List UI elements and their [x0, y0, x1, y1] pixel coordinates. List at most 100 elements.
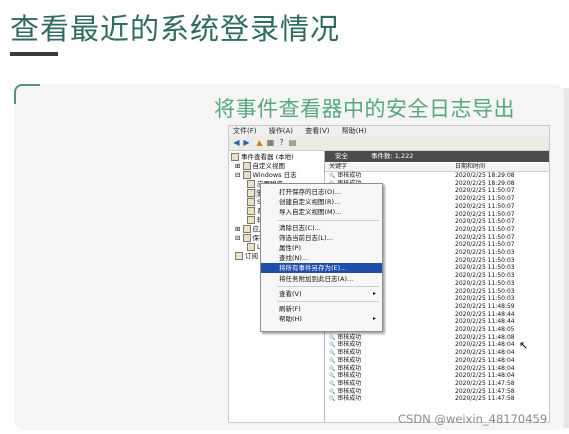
context-menu-item[interactable]: 导入自定义视图(M)... [261, 207, 382, 217]
forward-arrow-icon[interactable]: ▶ [242, 138, 251, 147]
tree-item-saved-log[interactable]: L [247, 243, 261, 252]
subscription-icon [235, 252, 243, 260]
event-count: 事件数: 1,222 [371, 152, 414, 160]
event-viewer-icon [231, 153, 239, 161]
row-datetime: 2020/2/25 11:50:03 [455, 249, 515, 256]
context-menu-item[interactable]: 属性(P) [261, 243, 382, 253]
submenu-arrow-icon: ▸ [372, 289, 376, 297]
table-row[interactable]: 审核成功2020/2/25 11:47:58 [325, 380, 549, 388]
row-datetime: 2020/2/25 11:48:44 [455, 310, 515, 318]
row-datetime: 2020/2/25 11:48:44 [455, 318, 515, 326]
log-icon [247, 207, 255, 215]
row-datetime: 2020/2/25 11:50:07 [455, 195, 515, 203]
submenu-arrow-icon: ▸ [372, 315, 376, 323]
mouse-cursor-icon: ↖ [519, 339, 529, 352]
back-arrow-icon[interactable]: ◀ [232, 138, 241, 147]
row-datetime: 2020/2/25 11:48:04 [455, 364, 515, 372]
watermark: CSDN @weixin_48170459 [398, 412, 548, 426]
folder-up-icon[interactable]: ▲ [255, 138, 264, 147]
menu-view[interactable]: 查看(V) [305, 127, 329, 135]
row-datetime: 2020/2/25 11:48:04 [455, 349, 515, 357]
context-menu-item-label: 查找(N)... [279, 254, 309, 263]
context-menu-item-label: 将所有事件另存为(E)... [279, 264, 347, 273]
column-headers: 关键字 日期和时间 [325, 163, 549, 172]
context-menu-item[interactable]: 创建自定义视图(R)... [261, 197, 382, 207]
folder-icon [242, 225, 251, 233]
row-datetime: 2020/2/25 18:29:08 [455, 172, 515, 179]
context-menu-item[interactable]: 帮助(H) ▸ [261, 314, 382, 324]
table-row[interactable]: 审核成功2020/2/25 11:48:04 [325, 349, 549, 357]
log-name: 安全 [335, 152, 348, 160]
context-menu-item-label: 导入自定义视图(M)... [279, 208, 342, 217]
log-icon [247, 198, 255, 206]
row-datetime: 2020/2/25 11:50:07 [455, 210, 515, 218]
log-icon [247, 189, 255, 197]
context-menu-item-label: 清除日志(C)... [279, 223, 321, 232]
row-datetime: 2020/2/25 11:48:04 [455, 372, 515, 380]
folder-icon [242, 171, 251, 179]
table-row[interactable]: 审核成功2020/2/25 11:48:04 [325, 372, 549, 380]
menu-action[interactable]: 操作(A) [269, 127, 293, 135]
row-datetime: 2020/2/25 11:50:07 [455, 241, 515, 249]
card-corner-accent [14, 84, 40, 104]
row-datetime: 2020/2/25 11:50:03 [455, 295, 515, 303]
row-datetime: 2020/2/25 11:47:58 [455, 395, 515, 403]
row-datetime: 2020/2/25 11:50:03 [455, 287, 515, 295]
log-icon [247, 180, 255, 188]
context-menu-item-label: 筛选当前日志(L)... [279, 233, 333, 242]
row-datetime: 2020/2/25 11:50:07 [455, 187, 515, 195]
row-datetime: 2020/2/25 11:50:07 [455, 218, 515, 226]
menu-file[interactable]: 文件(F) [233, 127, 257, 135]
row-datetime: 2020/2/25 11:48:04 [455, 356, 515, 364]
context-menu-item[interactable]: 查看(V) ▸ [261, 289, 382, 299]
table-row[interactable]: 审核成功2020/2/25 11:48:04 [325, 341, 549, 349]
row-datetime: 2020/2/25 11:48:59 [455, 302, 515, 310]
context-menu-item[interactable]: 打开保存的日志(O)... [261, 187, 382, 197]
context-menu-item[interactable]: 清除日志(C)... [261, 223, 382, 233]
log-icon [247, 216, 255, 224]
context-menu-item-label: 创建自定义视图(R)... [279, 198, 341, 207]
event-list-header: 安全 事件数: 1,222 [325, 151, 549, 162]
tree-item-subscriptions[interactable]: 订阅 [235, 252, 258, 261]
tree-item-root[interactable]: 事件查看器 (本地) [231, 153, 294, 162]
show-tree-icon[interactable]: ▦ [266, 138, 275, 147]
column-keyword[interactable]: 关键字 [329, 163, 347, 171]
context-menu-item[interactable]: 将所有事件另存为(E)... [261, 263, 382, 274]
log-icon [247, 243, 255, 251]
table-row[interactable]: 审核成功2020/2/25 18:29:08 [325, 172, 549, 180]
row-keyword: 审核成功 [329, 395, 361, 404]
menu-separator [277, 219, 379, 221]
row-datetime: 2020/2/25 11:47:58 [455, 387, 515, 395]
help-icon[interactable]: ? [277, 138, 286, 147]
properties-icon[interactable]: ▤ [288, 138, 297, 147]
table-row[interactable]: 审核成功 2020/2/25 11:47:58 [325, 395, 549, 403]
context-menu-item[interactable]: 刷新(F) [261, 304, 382, 314]
context-menu-item[interactable]: 将任务附加到此日志(A)... [261, 274, 382, 284]
column-datetime[interactable]: 日期和时间 [455, 163, 485, 171]
row-datetime: 2020/2/25 18:29:08 [455, 179, 515, 187]
row-datetime: 2020/2/25 11:50:03 [455, 264, 515, 272]
tree-item-custom-views[interactable]: ⊞ 自定义视图 [235, 162, 285, 171]
folder-icon [242, 162, 251, 170]
title-underline [10, 52, 58, 56]
table-row[interactable]: 审核成功2020/2/25 11:48:04 [325, 357, 549, 365]
row-datetime: 2020/2/25 11:48:08 [455, 333, 515, 341]
row-datetime: 2020/2/25 11:50:07 [455, 225, 515, 233]
row-datetime: 2020/2/25 11:48:05 [455, 326, 515, 333]
row-datetime: 2020/2/25 11:50:07 [455, 202, 515, 210]
context-menu-item[interactable]: 筛选当前日志(L)... [261, 233, 382, 243]
folder-icon [242, 234, 251, 242]
row-datetime: 2020/2/25 11:50:03 [455, 272, 515, 280]
row-datetime: 2020/2/25 11:48:04 [455, 341, 515, 349]
menu-help[interactable]: 帮助(H) [342, 127, 367, 135]
context-menu-item[interactable]: 查找(N)... [261, 253, 382, 263]
tree-item-windows-logs[interactable]: ⊟ Windows 日志 [235, 171, 297, 180]
context-menu-item-label: 属性(P) [279, 244, 301, 252]
toolbar: ◀ ▶ ▲ ▦ ? ▤ [229, 136, 549, 151]
context-menu-item-label: 打开保存的日志(O)... [279, 188, 341, 196]
row-datetime: 2020/2/25 11:50:07 [455, 233, 515, 241]
context-menu-item-label: 将任务附加到此日志(A)... [279, 274, 354, 283]
menu-separator [277, 285, 379, 287]
slide-title: 查看最近的系统登录情况 [10, 12, 341, 46]
slide-subtitle: 将事件查看器中的安全日志导出 [214, 97, 515, 121]
